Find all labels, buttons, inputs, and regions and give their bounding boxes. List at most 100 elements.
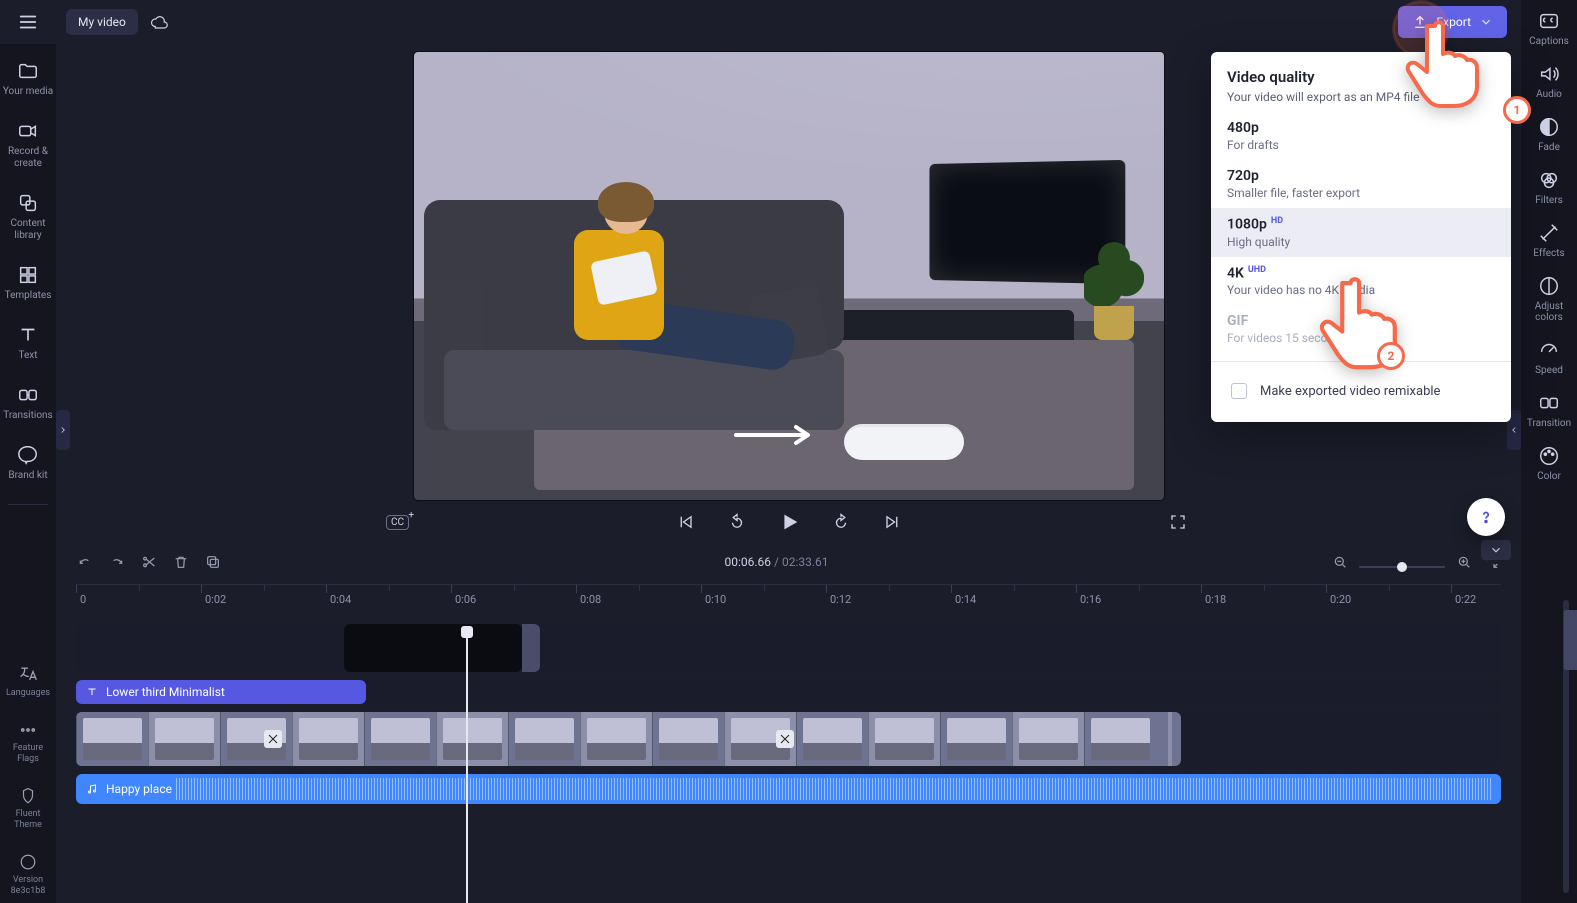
video-preview[interactable] <box>414 52 1164 500</box>
export-option-desc: For drafts <box>1227 138 1495 152</box>
clip-black-overlay[interactable] <box>344 624 522 672</box>
export-option-label: 480p <box>1227 120 1259 136</box>
transition-icon[interactable] <box>776 730 794 748</box>
sidebar-item-brand-kit[interactable]: Brand kit <box>0 438 56 488</box>
skip-back-button[interactable] <box>672 509 698 535</box>
sidebar-item-label: Your media <box>3 86 53 98</box>
export-option-480p[interactable]: 480p For drafts <box>1211 112 1511 160</box>
video-thumbnail <box>796 712 868 766</box>
track-audio[interactable]: Happy place <box>76 774 1501 804</box>
sidebar-item-templates[interactable]: Templates <box>0 258 56 308</box>
zoom-in-button[interactable] <box>1455 553 1473 571</box>
sidebar-item-your-media[interactable]: Your media <box>0 54 56 104</box>
sidebar-item-transitions[interactable]: Transitions <box>0 378 56 428</box>
export-option-desc: High quality <box>1227 235 1495 249</box>
help-fab-button[interactable] <box>1467 498 1505 536</box>
ruler-minor-tick <box>1014 585 1015 591</box>
undo-button[interactable] <box>76 553 94 571</box>
sidebar-item-content-library[interactable]: Content library <box>0 186 56 248</box>
rightbar-item-effects[interactable]: Effects <box>1521 222 1577 259</box>
forward-button[interactable] <box>828 509 854 535</box>
sidebar-item-feature-flags[interactable]: Feature Flags <box>0 715 56 771</box>
skip-forward-button[interactable] <box>880 509 906 535</box>
sidebar-item-label: Transitions <box>3 410 52 422</box>
timeline-ruler[interactable]: 00:020:040:060:080:100:120:140:160:180:2… <box>76 584 1501 608</box>
sidebar-item-fluent-theme[interactable]: Fluent Theme <box>0 781 56 837</box>
clip-audio[interactable]: Happy place <box>76 774 1501 804</box>
video-thumbnail <box>292 712 364 766</box>
video-thumbnail <box>652 712 724 766</box>
sidebar-item-text[interactable]: Text <box>0 318 56 368</box>
sidebar-item-languages[interactable]: Languages <box>0 658 56 705</box>
sidebar-item-label: Content library <box>10 218 45 242</box>
fullscreen-button[interactable] <box>1165 509 1191 535</box>
sidebar-item-record-create[interactable]: Record & create <box>0 114 56 176</box>
scene-robot-vacuum <box>844 424 964 460</box>
track-video[interactable] <box>76 712 1501 766</box>
tutorial-step-badge-2: 2 <box>1377 342 1405 370</box>
zoom-slider[interactable] <box>1359 566 1445 568</box>
rightbar-item-label: Audio <box>1536 89 1562 100</box>
sidebar-item-label: Fluent Theme <box>14 809 42 831</box>
rewind-button[interactable] <box>724 509 750 535</box>
delete-button[interactable] <box>172 553 190 571</box>
playhead[interactable] <box>466 634 468 903</box>
project-title-button[interactable]: My video <box>66 9 138 35</box>
rightbar-item-speed[interactable]: Speed <box>1521 339 1577 376</box>
ruler-minor-tick <box>1389 585 1390 591</box>
clip-video[interactable] <box>76 712 1181 766</box>
export-option-badge: UHD <box>1248 265 1266 275</box>
track-titles[interactable]: Lower third Minimalist <box>76 680 1501 704</box>
duplicate-button[interactable] <box>204 553 222 571</box>
left-panel-expand-button[interactable] <box>56 410 70 450</box>
project-title: My video <box>78 15 126 29</box>
ruler-minor-tick <box>1264 585 1265 591</box>
ruler-tick-label: 0:10 <box>705 593 726 606</box>
scene-plant <box>1084 230 1144 340</box>
rightbar-item-filters[interactable]: Filters <box>1521 169 1577 206</box>
video-thumbnail <box>436 712 508 766</box>
track-overlay[interactable] <box>76 624 1501 672</box>
ruler-minor-tick <box>1139 585 1140 591</box>
rightbar-item-label: Filters <box>1535 195 1563 206</box>
transition-icon[interactable] <box>264 730 282 748</box>
sidebar-item-label: Version 8e3c1b8 <box>11 875 46 897</box>
play-button[interactable] <box>776 509 802 535</box>
tutorial-step-number: 1 <box>1514 103 1521 117</box>
video-thumbnail <box>868 712 940 766</box>
rightbar-item-fade[interactable]: Fade <box>1521 116 1577 153</box>
cc-toggle-button[interactable]: CC <box>386 515 409 530</box>
export-option-720p[interactable]: 720p Smaller file, faster export <box>1211 160 1511 208</box>
export-remix-checkbox[interactable] <box>1231 383 1247 399</box>
ruler-tick-label: 0:08 <box>580 593 601 606</box>
rightbar-item-color[interactable]: Color <box>1521 445 1577 482</box>
ruler-tick-label: 0:12 <box>830 593 851 606</box>
export-remix-label: Make exported video remixable <box>1260 384 1440 399</box>
redo-button[interactable] <box>108 553 126 571</box>
panel-collapse-button[interactable] <box>1481 540 1511 560</box>
video-thumbnail <box>76 712 148 766</box>
cloud-sync-icon <box>150 13 168 31</box>
hamburger-menu-button[interactable] <box>0 0 56 44</box>
zoom-out-button[interactable] <box>1331 553 1349 571</box>
rightbar-item-adjust-colors[interactable]: Adjust colors <box>1521 275 1577 323</box>
export-option-1080p[interactable]: 1080pHD High quality <box>1211 208 1511 257</box>
rightbar-item-transition[interactable]: Transition <box>1521 392 1577 429</box>
rightbar-item-label: Effects <box>1533 248 1564 259</box>
ruler-tick-label: 0:06 <box>455 593 476 606</box>
clip-handle[interactable] <box>522 624 540 672</box>
split-button[interactable] <box>140 553 158 571</box>
ruler-minor-tick <box>139 585 140 591</box>
video-thumbnail <box>148 712 220 766</box>
sidebar-item-label: Record & create <box>8 146 48 170</box>
export-remix-toggle[interactable]: Make exported video remixable <box>1211 370 1511 412</box>
clip-title[interactable]: Lower third Minimalist <box>76 680 366 704</box>
video-thumbnail <box>1012 712 1084 766</box>
rightbar-item-captions[interactable]: Captions <box>1521 10 1577 47</box>
rightbar-item-audio[interactable]: Audio <box>1521 63 1577 100</box>
timeline-scrollbar[interactable] <box>1563 600 1569 893</box>
sidebar-item-label: Brand kit <box>8 470 47 482</box>
sidebar-left: Your media Record & create Content libra… <box>0 44 56 903</box>
video-thumbnail <box>580 712 652 766</box>
rightbar-item-label: Color <box>1537 471 1561 482</box>
